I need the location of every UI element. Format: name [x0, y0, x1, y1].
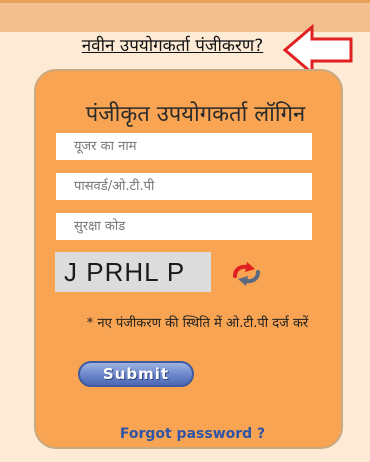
login-title: पंजीकृत उपयोगकर्ता लॉगिन — [85, 102, 306, 127]
otp-note: * नए पंजीकरण की स्थिति में ओ.टी.पी दर्ज … — [86, 316, 309, 331]
password-input[interactable] — [56, 173, 312, 200]
submit-button[interactable]: Submit — [78, 361, 194, 387]
top-bar-border — [0, 0, 370, 3]
username-input[interactable] — [56, 133, 312, 160]
captcha-image: J PRHL P — [55, 252, 211, 292]
security-code-input[interactable] — [56, 213, 312, 240]
refresh-icon[interactable] — [227, 259, 265, 289]
forgot-password-link[interactable]: Forgot password ? — [34, 426, 343, 442]
